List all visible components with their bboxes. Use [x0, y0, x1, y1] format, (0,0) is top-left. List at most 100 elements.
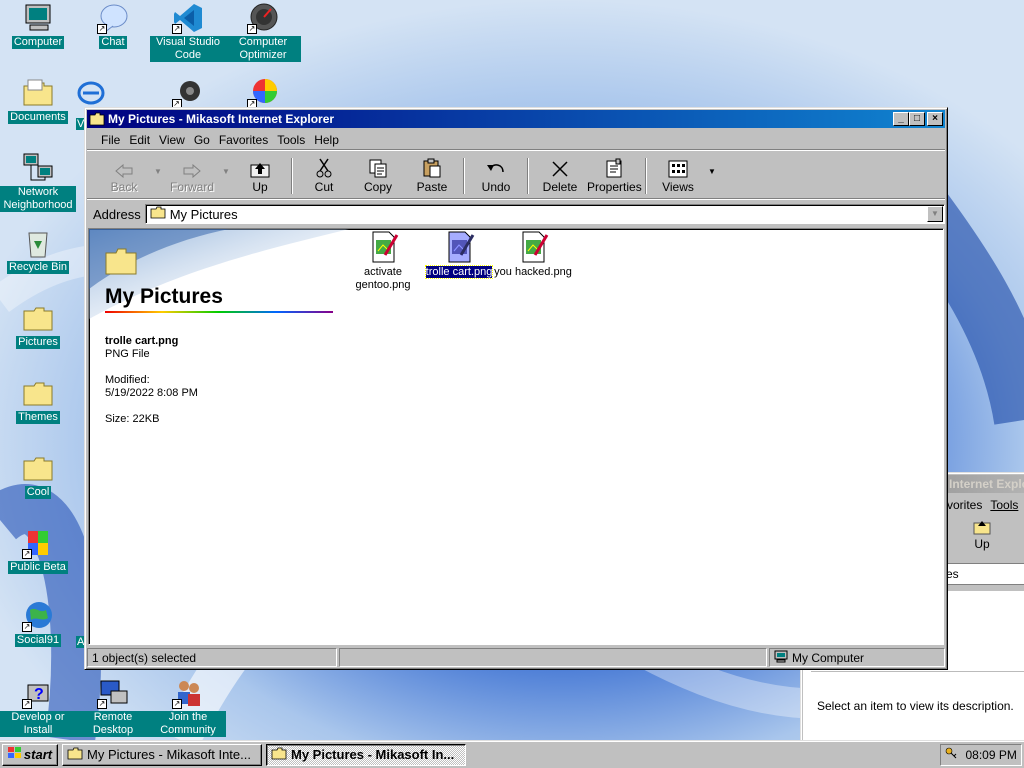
- back-button[interactable]: Back: [97, 158, 151, 194]
- color-wheel-icon: ↗: [247, 77, 279, 109]
- pane-divider: [105, 311, 333, 313]
- up-button[interactable]: Up: [967, 515, 997, 551]
- desktop-icon-themes[interactable]: Themes: [0, 377, 76, 424]
- undo-icon: [469, 158, 523, 178]
- desktop-icon-label: Visual Studio Code: [150, 36, 226, 62]
- forward-button[interactable]: Forward: [165, 158, 219, 194]
- optimizer-icon: ↗: [247, 2, 279, 34]
- window-titlebar[interactable]: My Pictures - Mikasoft Internet Explorer…: [87, 110, 945, 128]
- desktop-icon-vscode[interactable]: ↗ Visual Studio Code: [150, 2, 226, 62]
- copy-button[interactable]: Copy: [351, 158, 405, 194]
- forward-dropdown[interactable]: ▼: [219, 167, 233, 176]
- desktop-icon-color[interactable]: ↗: [225, 77, 301, 109]
- description-text: Select an item to view its description.: [817, 699, 1014, 713]
- desktop-icon-chat[interactable]: ↗ Chat: [75, 2, 151, 49]
- back-arrow-icon: [97, 158, 151, 178]
- explorer-window[interactable]: My Pictures - Mikasoft Internet Explorer…: [84, 107, 948, 670]
- desktop-icon-network-neighborhood[interactable]: Network Neighborhood: [0, 152, 76, 212]
- views-dropdown[interactable]: ▼: [705, 167, 719, 176]
- folder-icon: [22, 452, 54, 484]
- toolbar-separator: [291, 157, 293, 194]
- back-dropdown[interactable]: ▼: [151, 167, 165, 176]
- menu-help[interactable]: Help: [314, 133, 339, 147]
- views-button[interactable]: Views: [651, 158, 705, 194]
- desktop-icon-remote-desktop[interactable]: ↗ Remote Desktop: [75, 677, 151, 737]
- properties-icon: [587, 158, 641, 178]
- desktop-icon-label: Remote Desktop: [75, 711, 151, 737]
- desktop-icon-develop-or-install[interactable]: ? ↗ Develop or Install: [0, 677, 76, 737]
- delete-x-icon: [533, 158, 587, 178]
- menu-go[interactable]: Go: [194, 133, 210, 147]
- up-button[interactable]: Up: [233, 158, 287, 194]
- desktop-icon-recycle-bin[interactable]: Recycle Bin: [0, 227, 76, 274]
- desktop-icon-label: Pictures: [16, 336, 60, 349]
- network-icon: [22, 152, 54, 184]
- address-dropdown-button[interactable]: ▼: [927, 206, 943, 222]
- background-address-field[interactable]: es: [941, 563, 1024, 585]
- desktop-icon-label: Cool: [24, 486, 52, 499]
- computer-icon: [22, 2, 54, 34]
- desktop-icon-public-beta[interactable]: ↗ Public Beta: [0, 527, 76, 574]
- properties-button[interactable]: Properties: [587, 158, 642, 194]
- modified-value: 5/19/2022 8:08 PM: [105, 387, 198, 399]
- desktop-icon-label: Computer: [11, 36, 65, 49]
- start-button[interactable]: start: [2, 743, 58, 766]
- desktop-icon-join-the-community[interactable]: ↗ Join the Community: [150, 677, 226, 737]
- gear-icon: ↗: [171, 77, 204, 109]
- status-empty-cell: [339, 648, 767, 667]
- menu-view[interactable]: View: [159, 133, 185, 147]
- remote-desktop-icon: ↗: [97, 677, 129, 709]
- undo-button[interactable]: Undo: [469, 158, 523, 194]
- window-title: My Pictures - Mikasoft Internet Explorer: [108, 112, 335, 126]
- paste-button[interactable]: Paste: [405, 158, 459, 194]
- minimize-button[interactable]: _: [893, 112, 909, 126]
- desktop-icon-internet[interactable]: [75, 77, 105, 109]
- status-bar: 1 object(s) selected My Computer: [87, 648, 945, 667]
- clock[interactable]: 08:09 PM: [965, 748, 1016, 762]
- menu-file[interactable]: File: [101, 133, 120, 147]
- recycle-bin-icon: [22, 227, 54, 259]
- close-button[interactable]: ×: [927, 112, 943, 126]
- desktop-icon-label: Public Beta: [8, 561, 68, 574]
- desktop-icon-documents[interactable]: Documents: [0, 77, 76, 124]
- svg-text:?: ?: [34, 686, 44, 703]
- taskbar-task[interactable]: My Pictures - Mikasoft Inte...: [62, 743, 262, 766]
- maximize-button[interactable]: □: [909, 112, 925, 126]
- desktop-icon-cool[interactable]: Cool: [0, 452, 76, 499]
- desktop-icon-utility[interactable]: ↗: [150, 77, 225, 109]
- folder-content[interactable]: My Pictures trolle cart.png PNG File Mod…: [88, 228, 944, 645]
- cut-button[interactable]: Cut: [297, 158, 351, 194]
- desktop-icon-label: Social91: [14, 634, 62, 647]
- delete-button[interactable]: Delete: [533, 158, 587, 194]
- file-item-selected[interactable]: trolle cart.png: [419, 231, 499, 279]
- status-selection: 1 object(s) selected: [87, 648, 337, 667]
- desktop-icon-pictures[interactable]: Pictures: [0, 302, 76, 349]
- modified-label: Modified:: [105, 374, 150, 386]
- desktop-icon-computer-optimizer[interactable]: ↗ Computer Optimizer: [225, 2, 301, 62]
- file-item[interactable]: you hacked.png: [493, 231, 573, 279]
- pane-title: My Pictures: [105, 285, 223, 308]
- menu-edit[interactable]: Edit: [129, 133, 150, 147]
- menu-tools[interactable]: Tools: [277, 133, 305, 147]
- community-icon: ↗: [172, 677, 204, 709]
- folder-icon: [67, 747, 83, 763]
- forward-arrow-icon: [165, 158, 219, 178]
- views-icon: [651, 158, 705, 178]
- address-input[interactable]: My Pictures ▼: [144, 204, 945, 224]
- computer-icon: [774, 650, 788, 666]
- chat-icon: ↗: [97, 2, 129, 34]
- desktop-icon-computer[interactable]: Computer: [0, 2, 76, 49]
- desktop-icon-label: Recycle Bin: [6, 261, 70, 274]
- taskbar-task-active[interactable]: My Pictures - Mikasoft In...: [266, 743, 466, 766]
- menu-tools[interactable]: Tools: [990, 498, 1018, 512]
- key-icon[interactable]: [945, 747, 957, 762]
- desktop-icon-social91[interactable]: ↗ Social91: [0, 600, 76, 647]
- selected-file-type: PNG File: [105, 348, 150, 360]
- menu-favorites[interactable]: Favorites: [219, 133, 268, 147]
- menu-favorites-partial[interactable]: vorites: [947, 498, 982, 512]
- up-folder-icon: [233, 158, 287, 178]
- file-item[interactable]: activate gentoo.png: [343, 231, 423, 292]
- desktop-icon-label: Documents: [8, 111, 68, 124]
- folder-icon: [22, 302, 54, 334]
- taskbar: start My Pictures - Mikasoft Inte... My …: [0, 740, 1024, 768]
